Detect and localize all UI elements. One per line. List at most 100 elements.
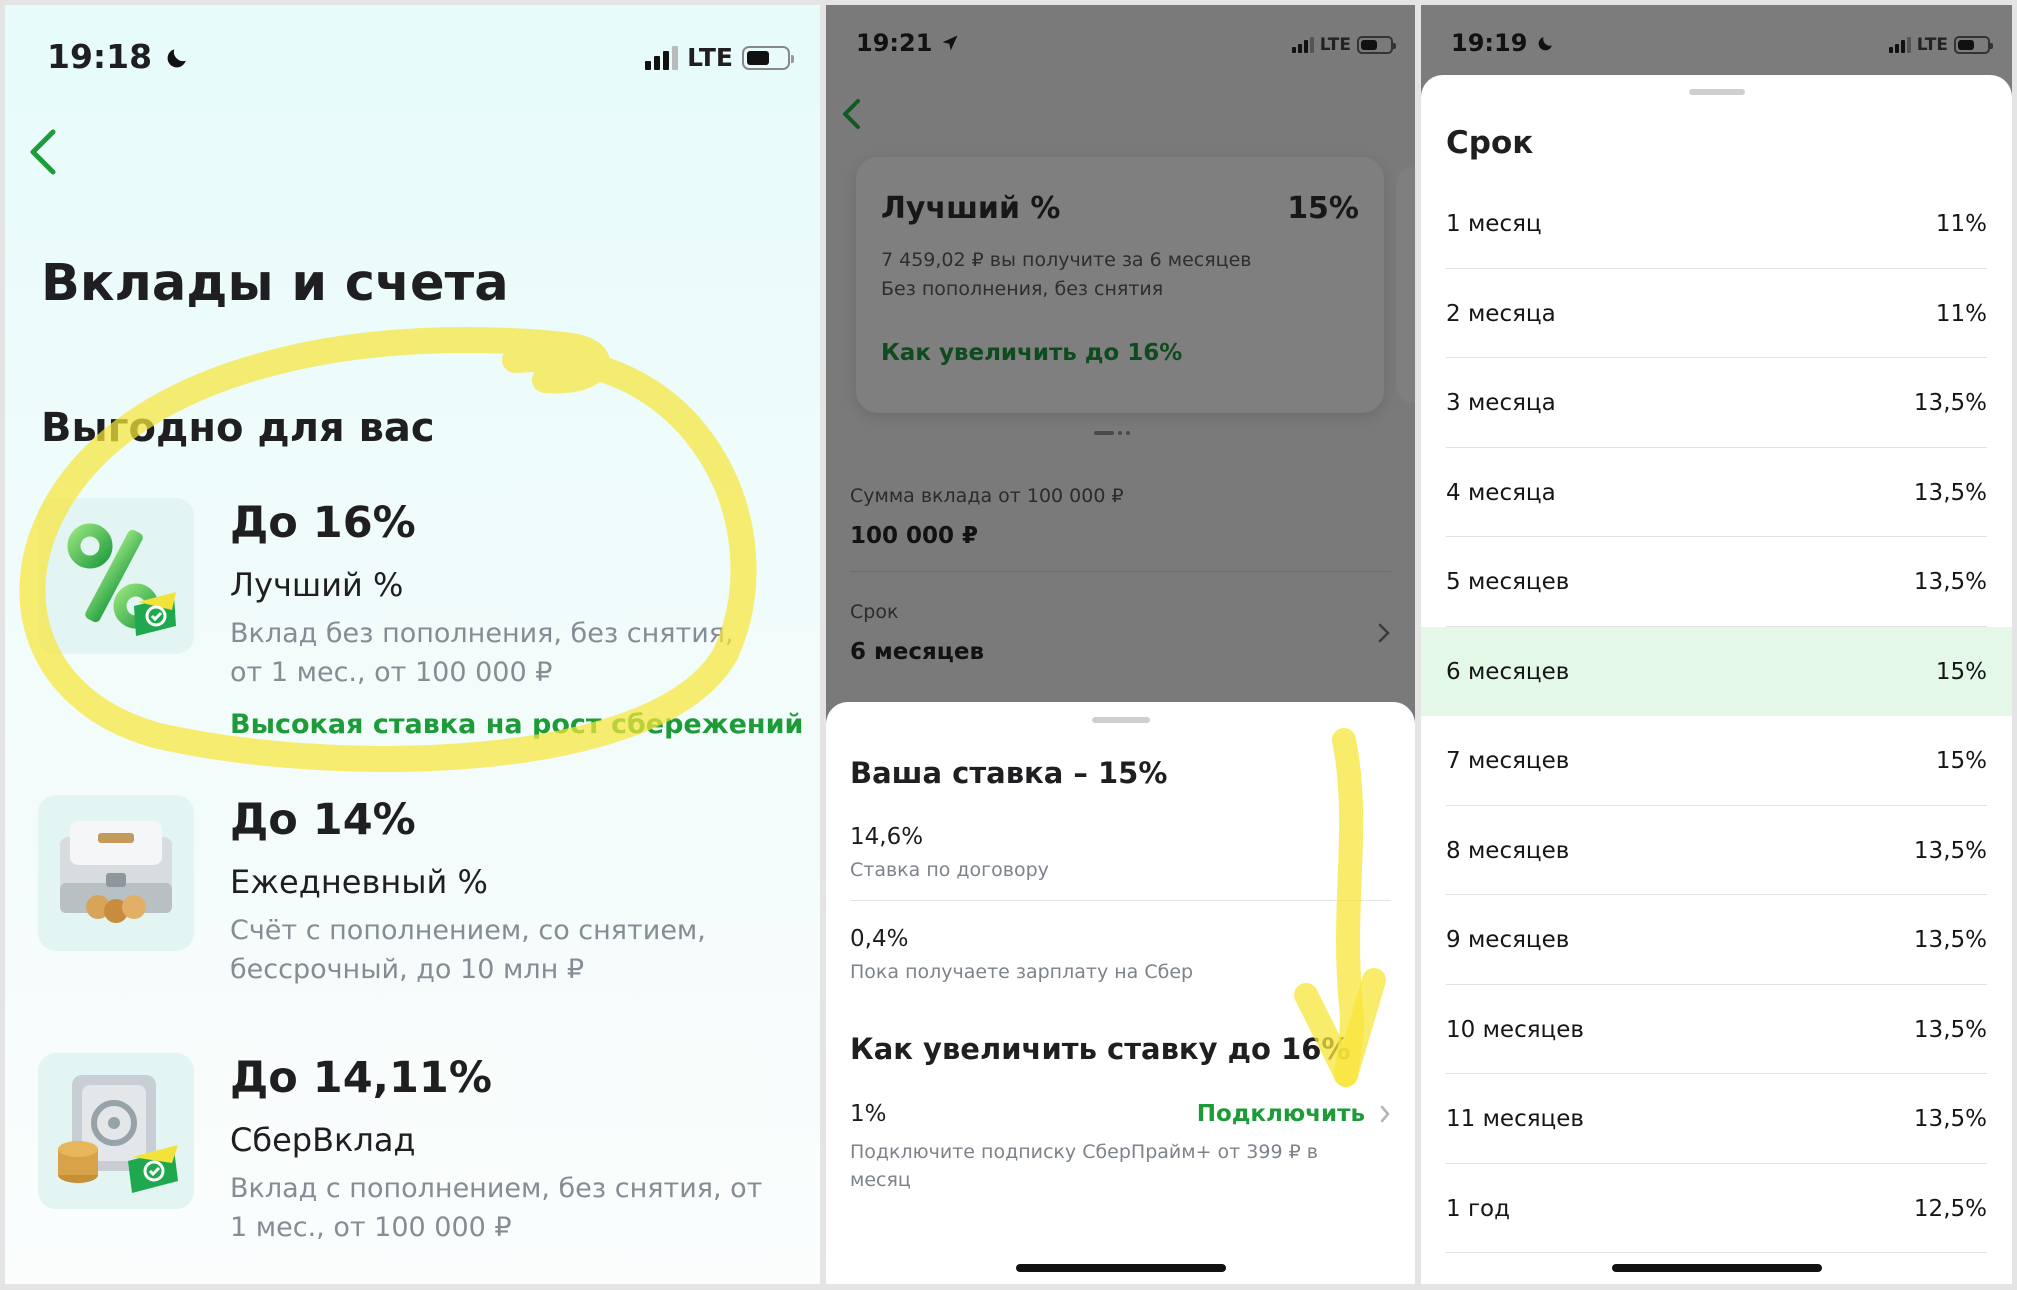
sheet-grabber[interactable] xyxy=(1091,717,1150,723)
location-arrow-icon xyxy=(942,35,958,51)
term-option[interactable]: 11 месяцев 13,5% xyxy=(1421,1074,2012,1164)
term-rate: 12,5% xyxy=(1913,1195,1987,1222)
term-label: 5 месяцев xyxy=(1446,569,1570,595)
next-card-peek[interactable] xyxy=(1396,167,1415,403)
term-label: 1 месяц xyxy=(1446,211,1542,237)
term-option-selected[interactable]: 6 месяцев 15% xyxy=(1421,626,2012,716)
term-list: 1 месяц 11% 2 месяца 11% 3 месяца 13,5% 4 м… xyxy=(1421,179,2012,1253)
offer-name: Лучший % xyxy=(230,566,404,604)
term-option[interactable]: 7 месяцев 15% xyxy=(1421,716,2012,806)
term-field[interactable]: 6 месяцев xyxy=(850,639,984,665)
term-rate: 13,5% xyxy=(1913,837,1987,864)
cash-box-icon xyxy=(38,795,194,951)
salary-bonus-label: Пока получаете зарплату на Сбер xyxy=(850,961,1194,983)
card-percent: 15% xyxy=(1287,191,1359,226)
offer-rate: До 14% xyxy=(230,795,416,845)
card-income: 7 459,02 ₽ вы получите за 6 месяцев xyxy=(881,249,1252,271)
term-option[interactable]: 2 месяца 11% xyxy=(1421,269,2012,358)
chevron-right-icon[interactable] xyxy=(1379,1104,1391,1124)
status-time: 19:21 xyxy=(856,29,959,57)
offer-rate: До 14,11% xyxy=(230,1053,492,1103)
status-time: 19:19 xyxy=(1451,29,1555,57)
sheet-title: Срок xyxy=(1446,125,1534,161)
contract-rate-label: Ставка по договору xyxy=(850,859,1049,881)
term-label: 6 месяцев xyxy=(1446,658,1570,685)
status-indicators: LTE xyxy=(1291,35,1396,55)
term-rate: 13,5% xyxy=(1913,479,1987,506)
term-rate: 11% xyxy=(1935,211,1987,237)
card-increase-link[interactable]: Как увеличить до 16% xyxy=(881,340,1182,366)
card-title: Лучший % xyxy=(881,191,1061,226)
term-option[interactable]: 9 месяцев 13,5% xyxy=(1421,895,2012,985)
term-option[interactable]: 4 месяца 13,5% xyxy=(1421,448,2012,537)
term-option[interactable]: 3 месяца 13,5% xyxy=(1421,358,2012,448)
connect-link[interactable]: Подключить xyxy=(1197,1101,1365,1127)
term-rate: 13,5% xyxy=(1913,1016,1987,1043)
rate-bottom-sheet: Ваша ставка – 15% 14,6% Ставка по догово… xyxy=(826,702,1415,1284)
battery-icon xyxy=(742,45,794,70)
divider xyxy=(850,571,1391,572)
term-label: 4 месяца xyxy=(1446,479,1556,506)
back-arrow-icon[interactable] xyxy=(25,127,59,177)
card-conditions: Без пополнения, без снятия xyxy=(881,278,1164,300)
signal-icon xyxy=(645,45,679,70)
amount-label: Сумма вклада от 100 000 ₽ xyxy=(850,485,1124,507)
term-picker-screen: 19:19 LTE Срок 1 месяц 11% 2 месяца 11% 3 … xyxy=(1421,5,2012,1284)
term-option[interactable]: 10 месяцев 13,5% xyxy=(1421,985,2012,1074)
network-type: LTE xyxy=(1319,35,1351,55)
moon-icon xyxy=(1538,37,1552,51)
offer-promo: Высокая ставка на рост сбережений xyxy=(230,709,804,740)
increase-rate-title: Как увеличить ставку до 16% xyxy=(850,1032,1351,1066)
sheet-title: Ваша ставка – 15% xyxy=(850,756,1168,790)
term-rate: 15% xyxy=(1935,748,1987,774)
battery-icon xyxy=(1954,36,1993,54)
back-arrow-icon[interactable] xyxy=(840,97,862,131)
amount-field[interactable]: 100 000 ₽ xyxy=(850,523,978,549)
offer-description: Вклад с пополнением, без снятия, от 1 ме… xyxy=(230,1173,763,1243)
deposits-screen: 19:18 LTE Вклады и счета Выгодно для вас xyxy=(5,5,820,1284)
screenshot-collage: 19:18 LTE Вклады и счета Выгодно для вас xyxy=(0,0,2017,1290)
offer-name: Ежедневный % xyxy=(230,863,488,901)
term-label: 10 месяцев xyxy=(1446,1016,1584,1043)
safe-icon xyxy=(38,1053,194,1209)
status-bar: 19:21 LTE xyxy=(826,5,1415,105)
term-label: 2 месяца xyxy=(1446,300,1556,327)
term-label: Срок xyxy=(850,601,899,623)
home-indicator[interactable] xyxy=(1611,1264,1822,1272)
offer-description: Счёт с пополнением, со снятием, бессрочн… xyxy=(230,915,706,985)
term-rate: 13,5% xyxy=(1913,390,1987,416)
term-label: 3 месяца xyxy=(1446,390,1556,416)
carousel-indicator xyxy=(1094,431,1130,435)
offer-rate: До 16% xyxy=(230,498,416,548)
section-title: Выгодно для вас xyxy=(41,405,435,451)
sheet-grabber[interactable] xyxy=(1688,89,1745,95)
term-option[interactable]: 1 год 12,5% xyxy=(1421,1164,2012,1253)
offer-name: СберВклад xyxy=(230,1121,416,1159)
signal-icon xyxy=(1888,37,1911,53)
term-bottom-sheet: Срок 1 месяц 11% 2 месяца 11% 3 месяца 13,5… xyxy=(1421,75,2012,1284)
home-indicator[interactable] xyxy=(1015,1264,1226,1272)
divider xyxy=(850,900,1391,901)
battery-icon xyxy=(1357,36,1396,54)
percent-icon xyxy=(38,498,194,654)
term-option[interactable]: 8 месяцев 13,5% xyxy=(1421,806,2012,895)
term-option[interactable]: 1 месяц 11% xyxy=(1421,179,2012,269)
network-type: LTE xyxy=(687,43,733,72)
chevron-right-icon[interactable] xyxy=(1377,622,1391,644)
term-label: 7 месяцев xyxy=(1446,748,1570,774)
term-label: 1 год xyxy=(1446,1195,1511,1222)
term-rate: 13,5% xyxy=(1913,927,1987,953)
term-rate: 15% xyxy=(1935,658,1987,685)
page-title: Вклады и счета xyxy=(41,254,509,313)
term-label: 9 месяцев xyxy=(1446,927,1570,953)
network-type: LTE xyxy=(1916,35,1948,55)
signal-icon xyxy=(1291,37,1314,53)
offer-description: Вклад без пополнения, без снятия, от 1 м… xyxy=(230,618,734,688)
increase-value: 1% xyxy=(850,1101,887,1127)
term-label: 8 месяцев xyxy=(1446,837,1570,864)
term-rate: 13,5% xyxy=(1913,569,1987,595)
status-time: 19:18 xyxy=(47,37,190,76)
term-option[interactable]: 5 месяцев 13,5% xyxy=(1421,537,2012,627)
status-indicators: LTE xyxy=(1888,35,1993,55)
deposit-offer-card[interactable]: Лучший % 15% 7 459,02 ₽ вы получите за 6… xyxy=(856,157,1384,413)
